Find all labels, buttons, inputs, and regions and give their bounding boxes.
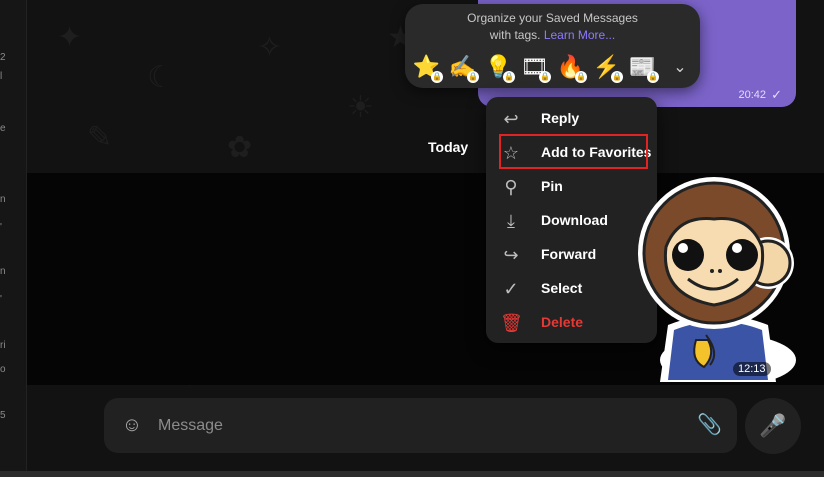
lock-icon: 🔒 bbox=[503, 71, 515, 83]
date-divider: Today bbox=[428, 139, 469, 155]
sticker-message-time: 12:13 bbox=[733, 362, 771, 376]
lock-icon: 🔒 bbox=[647, 71, 659, 83]
saved-messages-tag-panel: Organize your Saved Messages with tags. … bbox=[405, 4, 700, 88]
menu-item-forward[interactable]: ↪ Forward bbox=[486, 237, 657, 271]
edge-letter: ' bbox=[0, 294, 2, 305]
menu-item-label: Delete bbox=[541, 314, 584, 330]
menu-item-download[interactable]: ⤓ Download bbox=[486, 203, 657, 237]
edge-letter: 2 bbox=[0, 52, 6, 63]
doodle: ✦ bbox=[57, 21, 83, 54]
monkey-sticker[interactable] bbox=[638, 175, 798, 382]
lock-icon: 🔒 bbox=[575, 71, 587, 83]
tag-panel-prefix: with tags. bbox=[489, 28, 541, 42]
sent-check-icon: ✓ bbox=[771, 87, 782, 102]
message-input[interactable] bbox=[156, 412, 680, 440]
tag-panel-line2: with tags. Learn More... bbox=[405, 27, 700, 44]
emoji-icon[interactable]: ☺ bbox=[120, 413, 144, 437]
lightbulb-tag-icon[interactable]: 💡 🔒 bbox=[484, 52, 515, 83]
chat-list-edge: 2 l e n ' n ' ri o 5 bbox=[0, 0, 27, 477]
pin-icon: ⚲ bbox=[504, 177, 518, 197]
lock-icon: 🔒 bbox=[467, 71, 479, 83]
doodle: ☾ bbox=[147, 61, 174, 94]
edge-letter: n bbox=[0, 194, 6, 205]
menu-item-pin[interactable]: ⚲ Pin bbox=[486, 169, 657, 203]
doodle: ✿ bbox=[227, 131, 253, 164]
download-icon: ⤓ bbox=[507, 211, 515, 231]
menu-item-label: Select bbox=[541, 280, 583, 296]
star-tag-icon[interactable]: ⭐ 🔒 bbox=[412, 52, 443, 83]
fire-tag-icon[interactable]: 🔥 🔒 bbox=[556, 52, 587, 83]
bottom-scroll-strip bbox=[0, 471, 824, 477]
lightning-tag-icon[interactable]: ⚡ 🔒 bbox=[592, 52, 623, 83]
edge-letter: ri bbox=[0, 340, 6, 351]
sent-check-icon: ✓ bbox=[775, 361, 786, 376]
lock-icon: 🔒 bbox=[431, 71, 443, 83]
doodle: ✎ bbox=[87, 121, 113, 154]
edge-letter: n bbox=[0, 266, 6, 277]
learn-more-link[interactable]: Learn More... bbox=[544, 28, 615, 42]
menu-item-reply[interactable]: ↩ Reply bbox=[486, 101, 657, 135]
doodle: ✧ bbox=[257, 31, 283, 64]
select-check-icon: ✓ bbox=[503, 279, 519, 299]
menu-item-label: Download bbox=[541, 212, 608, 228]
film-tag-icon[interactable]: 🎞 🔒 bbox=[520, 52, 551, 83]
tag-panel-line1: Organize your Saved Messages bbox=[467, 11, 638, 25]
paperclip-icon[interactable]: 📎 bbox=[697, 413, 722, 437]
doodle: ☀ bbox=[347, 91, 374, 124]
menu-item-label: Reply bbox=[541, 110, 580, 126]
chevron-down-icon[interactable]: ⌄ bbox=[670, 57, 690, 77]
edge-letter: o bbox=[0, 364, 6, 375]
edge-letter: 5 bbox=[0, 410, 6, 421]
menu-item-label: Pin bbox=[541, 178, 563, 194]
highlight-box bbox=[499, 134, 648, 169]
message-composer: ☺ 📎 bbox=[104, 398, 737, 453]
lock-icon: 🔒 bbox=[539, 71, 551, 83]
forward-icon: ↪ bbox=[503, 245, 519, 265]
newspaper-tag-icon[interactable]: 📰 🔒 bbox=[628, 52, 659, 83]
microphone-button[interactable]: 🎤 bbox=[745, 398, 801, 454]
writing-hand-tag-icon[interactable]: ✍ 🔒 bbox=[448, 52, 479, 83]
reply-icon: ↩ bbox=[503, 109, 519, 129]
trash-icon: 🗑 bbox=[500, 313, 523, 333]
menu-item-label: Forward bbox=[541, 246, 597, 262]
menu-item-delete[interactable]: 🗑 Delete bbox=[486, 305, 657, 339]
edge-letter: l bbox=[0, 71, 3, 82]
message-time: 20:42 bbox=[738, 89, 766, 101]
edge-letter: e bbox=[0, 123, 6, 134]
tag-reaction-row: ⭐ 🔒 ✍ 🔒 💡 🔒 🎞 🔒 🔥 🔒 ⚡ 🔒 📰 🔒 bbox=[412, 52, 659, 83]
edge-letter: ' bbox=[0, 222, 2, 233]
menu-item-select[interactable]: ✓ Select bbox=[486, 271, 657, 305]
lock-icon: 🔒 bbox=[611, 71, 623, 83]
tag-panel-text: Organize your Saved Messages with tags. … bbox=[405, 10, 700, 44]
